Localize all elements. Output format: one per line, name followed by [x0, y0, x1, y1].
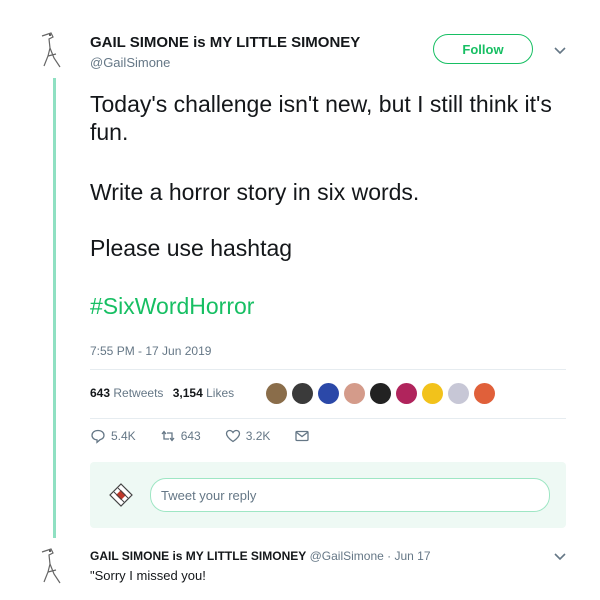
dm-action[interactable] [294, 428, 315, 444]
author-handle[interactable]: @GailSimone [90, 55, 170, 70]
reply-text: "Sorry I missed you! [90, 568, 206, 583]
reply-icon [91, 429, 105, 444]
like-count: 3.2K [245, 429, 271, 443]
thread-line [53, 78, 56, 538]
liker-avatar[interactable] [266, 383, 287, 404]
divider [90, 418, 566, 419]
liker-avatar[interactable] [422, 383, 443, 404]
author-avatar[interactable] [38, 30, 72, 70]
retweets-stat[interactable]: 643 Retweets [90, 386, 163, 400]
tweet-text: Today's challenge isn't new, but I still… [90, 90, 570, 320]
retweets-label: Retweets [113, 386, 164, 400]
chevron-down-icon[interactable] [552, 42, 568, 58]
tweet-line-1: Today's challenge isn't new, but I still… [90, 91, 552, 145]
tweet-line-3: Please use hashtag [90, 235, 293, 261]
liker-avatar[interactable] [370, 383, 391, 404]
reply-input[interactable] [150, 478, 550, 512]
reply-header: GAIL SIMONE is MY LITTLE SIMONEY @GailSi… [90, 549, 431, 563]
tweet-timestamp[interactable]: 7:55 PM - 17 Jun 2019 [90, 344, 211, 358]
liker-avatar[interactable] [448, 383, 469, 404]
tweet-actions: 5.4K 643 3.2K [90, 428, 339, 444]
follow-button[interactable]: Follow [433, 34, 533, 64]
retweets-count: 643 [90, 386, 111, 400]
hashtag-link[interactable]: #SixWordHorror [90, 292, 570, 320]
user-avatar [108, 482, 134, 508]
retweet-action[interactable]: 643 [160, 428, 201, 444]
author-name[interactable]: GAIL SIMONE is MY LITTLE SIMONEY [90, 34, 360, 51]
liker-avatar[interactable] [318, 383, 339, 404]
reply-author-avatar[interactable] [38, 546, 72, 586]
reply-count: 5.4K [111, 429, 136, 443]
reply-author-name[interactable]: GAIL SIMONE is MY LITTLE SIMONEY [90, 549, 306, 563]
tweet-line-2: Write a horror story in six words. [90, 179, 420, 205]
tweet-stats: 643 Retweets 3,154 Likes [90, 386, 240, 400]
reply-meta[interactable]: @GailSimone · Jun 17 [310, 549, 431, 563]
likes-label: Likes [206, 386, 235, 400]
chevron-down-icon[interactable] [552, 548, 568, 564]
likes-count: 3,154 [172, 386, 203, 400]
likers-avatars [266, 383, 500, 404]
dm-icon [295, 430, 310, 442]
liker-avatar[interactable] [396, 383, 417, 404]
liker-avatar[interactable] [292, 383, 313, 404]
divider [90, 369, 566, 370]
reply-action[interactable]: 5.4K [90, 428, 136, 444]
likes-stat[interactable]: 3,154 Likes [173, 386, 234, 400]
retweet-count: 643 [180, 429, 201, 443]
liker-avatar[interactable] [344, 383, 365, 404]
retweet-icon [161, 430, 175, 442]
like-action[interactable]: 3.2K [225, 428, 271, 444]
liker-avatar[interactable] [474, 383, 495, 404]
like-icon [225, 429, 240, 443]
